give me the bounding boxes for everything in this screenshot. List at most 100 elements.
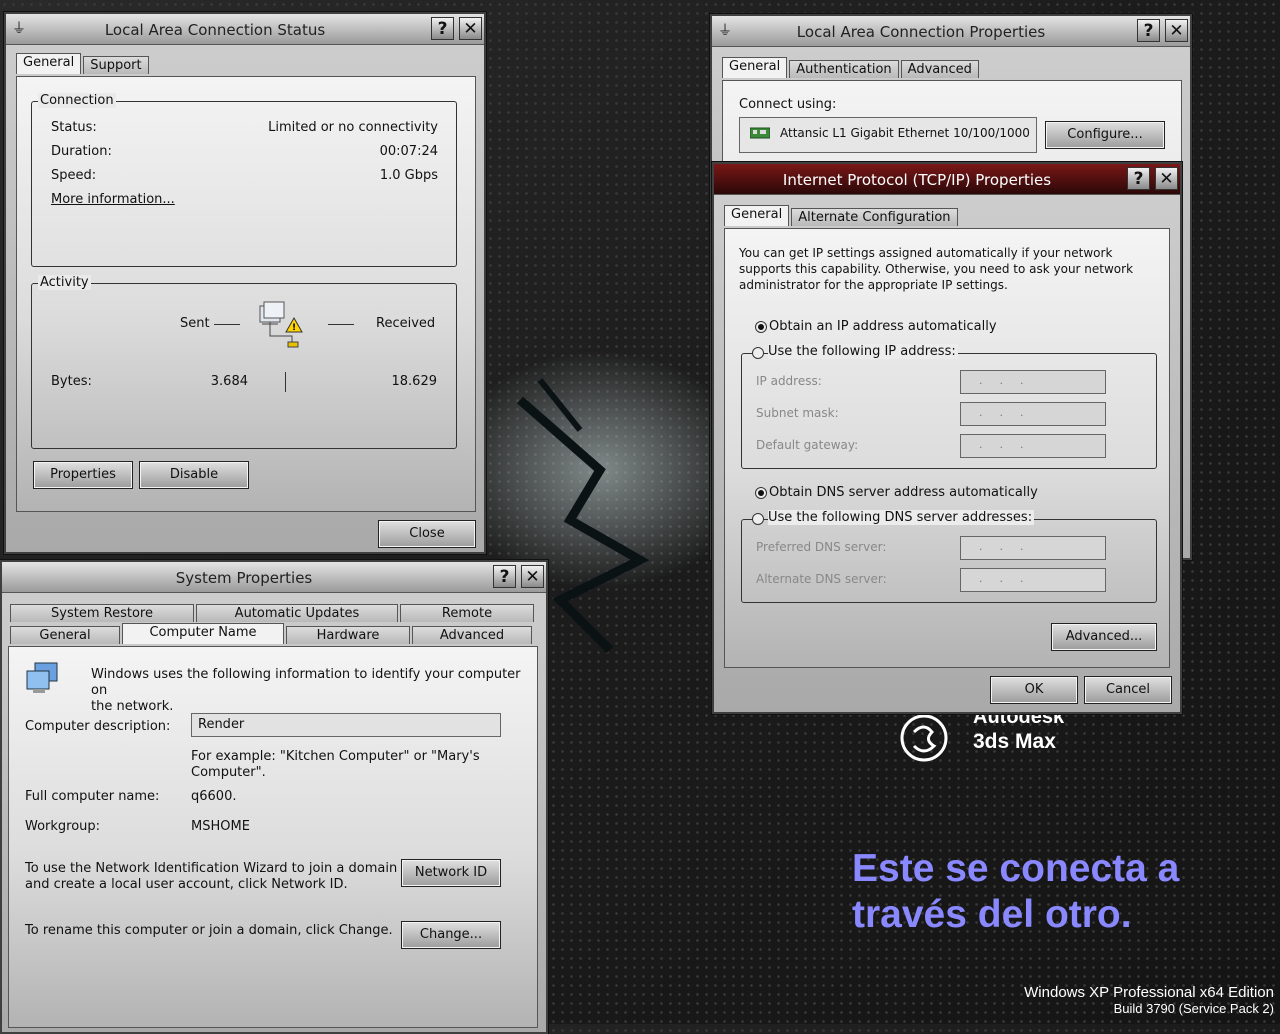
connect-using-label: Connect using: — [739, 97, 837, 112]
rename-text: To rename this computer or join a domain… — [25, 923, 393, 938]
sent-label: Sent — [180, 316, 210, 331]
configure-button[interactable]: Configure... — [1045, 121, 1165, 149]
close-window-button[interactable]: ✕ — [1165, 19, 1188, 42]
speed-value: 1.0 Gbps — [379, 168, 438, 183]
bytes-label: Bytes: — [51, 374, 92, 389]
status-titlebar[interactable]: ⏚ Local Area Connection Status ? ✕ — [6, 14, 484, 45]
subnet-mask-field[interactable]: ... — [960, 402, 1106, 426]
alternate-dns-field[interactable]: ... — [960, 568, 1106, 592]
workgroup-label: Workgroup: — [25, 819, 101, 834]
logo-product: 3ds Max — [973, 730, 1056, 753]
caption-line-2: través del otro. — [852, 893, 1132, 936]
tab-advanced[interactable]: Advanced — [412, 626, 532, 644]
subnet-mask-label: Subnet mask: — [756, 406, 839, 420]
intro-line-1: Windows uses the following information t… — [91, 667, 521, 698]
tab-remote[interactable]: Remote — [400, 604, 534, 622]
use-following-ip-label[interactable]: Use the following IP address: — [768, 344, 958, 359]
os-build: Build 3790 (Service Pack 2) — [1113, 1001, 1274, 1016]
static-ip-group: Use the following IP address: IP address… — [741, 344, 1157, 469]
tcpip-general-panel: You can get IP settings assigned automat… — [724, 228, 1170, 668]
system-titlebar[interactable]: System Properties ? ✕ — [2, 562, 546, 593]
default-gateway-label: Default gateway: — [756, 438, 859, 452]
tcpip-properties-window: Internet Protocol (TCP/IP) Properties ? … — [712, 162, 1182, 714]
close-window-button[interactable]: ✕ — [459, 17, 482, 40]
tab-general[interactable]: General — [722, 57, 788, 78]
help-button[interactable]: ? — [493, 565, 516, 588]
preferred-dns-field[interactable]: ... — [960, 536, 1106, 560]
description-example: For example: "Kitchen Computer" or "Mary… — [191, 749, 480, 781]
properties-window-title: Local Area Connection Properties — [796, 23, 1046, 41]
network-id-button[interactable]: Network ID — [401, 859, 501, 887]
obtain-dns-auto-label[interactable]: Obtain DNS server address automatically — [769, 485, 1038, 500]
disable-button[interactable]: Disable — [139, 461, 249, 489]
status-general-panel: Connection Status: Limited or no connect… — [16, 76, 476, 512]
example-line-1: For example: "Kitchen Computer" or "Mary… — [191, 749, 480, 764]
intro-text: Windows uses the following information t… — [91, 667, 537, 715]
tab-general[interactable]: General — [724, 205, 790, 226]
duration-label: Duration: — [51, 144, 112, 159]
cancel-button[interactable]: Cancel — [1084, 676, 1172, 704]
tab-system-restore[interactable]: System Restore — [10, 604, 194, 622]
ip-address-field[interactable]: ... — [960, 370, 1106, 394]
obtain-dns-auto-radio[interactable] — [755, 487, 767, 499]
network-card-icon — [750, 127, 770, 139]
duration-value: 00:07:24 — [379, 144, 438, 159]
ip-address-label: IP address: — [756, 374, 822, 388]
use-following-dns-label[interactable]: Use the following DNS server addresses: — [768, 510, 1035, 525]
ok-button[interactable]: OK — [990, 676, 1078, 704]
adapter-name: Attansic L1 Gigabit Ethernet 10/100/1000 — [780, 126, 1030, 140]
caption-line-1: Este se conecta a — [852, 847, 1180, 890]
use-following-dns-radio[interactable] — [752, 513, 764, 525]
help-button[interactable]: ? — [1137, 19, 1160, 42]
connection-group-label: Connection — [38, 93, 116, 108]
obtain-ip-auto-label[interactable]: Obtain an IP address automatically — [769, 319, 997, 334]
properties-titlebar[interactable]: ⏚ Local Area Connection Properties ? ✕ — [712, 16, 1190, 47]
sent-line — [214, 324, 240, 325]
computer-network-icon — [26, 662, 58, 693]
received-line — [328, 324, 354, 325]
tab-hardware[interactable]: Hardware — [286, 626, 410, 644]
network-id-line-2: and create a local user account, click N… — [25, 877, 348, 892]
description-line-2: supports this capability. Otherwise, you… — [739, 262, 1134, 276]
bytes-divider — [285, 372, 286, 392]
speed-label: Speed: — [51, 168, 97, 183]
connection-group: Connection Status: Limited or no connect… — [31, 93, 457, 267]
description-line-3: administrator for the appropriate IP set… — [739, 278, 1008, 292]
received-label: Received — [376, 316, 436, 331]
tab-support[interactable]: Support — [83, 56, 149, 74]
activity-group: Activity Sent ! Received Bytes: 3.684 18… — [31, 275, 457, 449]
default-gateway-field[interactable]: ... — [960, 434, 1106, 458]
obtain-ip-auto-radio[interactable] — [755, 321, 767, 333]
close-window-button[interactable]: ✕ — [521, 565, 544, 588]
status-close-button[interactable]: Close — [378, 520, 476, 548]
tab-automatic-updates[interactable]: Automatic Updates — [196, 604, 398, 622]
tab-authentication[interactable]: Authentication — [789, 60, 899, 78]
tcpip-window-title: Internet Protocol (TCP/IP) Properties — [782, 171, 1052, 189]
example-line-2: Computer". — [191, 765, 266, 780]
tab-general[interactable]: General — [16, 53, 82, 74]
tcpip-description: You can get IP settings assigned automat… — [739, 245, 1133, 293]
network-warning-icon: ! — [259, 301, 303, 348]
close-window-button[interactable]: ✕ — [1155, 167, 1178, 190]
tab-alternate-configuration[interactable]: Alternate Configuration — [791, 208, 958, 226]
system-properties-window: System Properties ? ✕ System Restore Aut… — [0, 560, 548, 1034]
help-button[interactable]: ? — [431, 17, 454, 40]
computer-description-value: Render — [198, 717, 245, 732]
preferred-dns-label: Preferred DNS server: — [756, 540, 887, 554]
activity-group-label: Activity — [38, 275, 91, 290]
tab-computer-name[interactable]: Computer Name — [122, 623, 284, 644]
tab-general[interactable]: General — [10, 626, 120, 644]
help-button[interactable]: ? — [1127, 167, 1150, 190]
use-following-ip-radio[interactable] — [752, 347, 764, 359]
full-computer-name-label: Full computer name: — [25, 789, 160, 804]
desktop-caption: Este se conecta a través del otro. — [852, 846, 1179, 938]
tab-advanced[interactable]: Advanced — [900, 60, 979, 78]
tcpip-titlebar[interactable]: Internet Protocol (TCP/IP) Properties ? … — [714, 164, 1180, 195]
properties-button[interactable]: Properties — [33, 461, 133, 489]
tcpip-advanced-button[interactable]: Advanced... — [1051, 623, 1157, 651]
computer-description-field[interactable]: Render — [191, 713, 501, 737]
more-information-link[interactable]: More information... — [51, 192, 175, 207]
change-button[interactable]: Change... — [401, 921, 501, 949]
system-window-title: System Properties — [175, 569, 313, 587]
computer-description-label: Computer description: — [25, 719, 171, 734]
